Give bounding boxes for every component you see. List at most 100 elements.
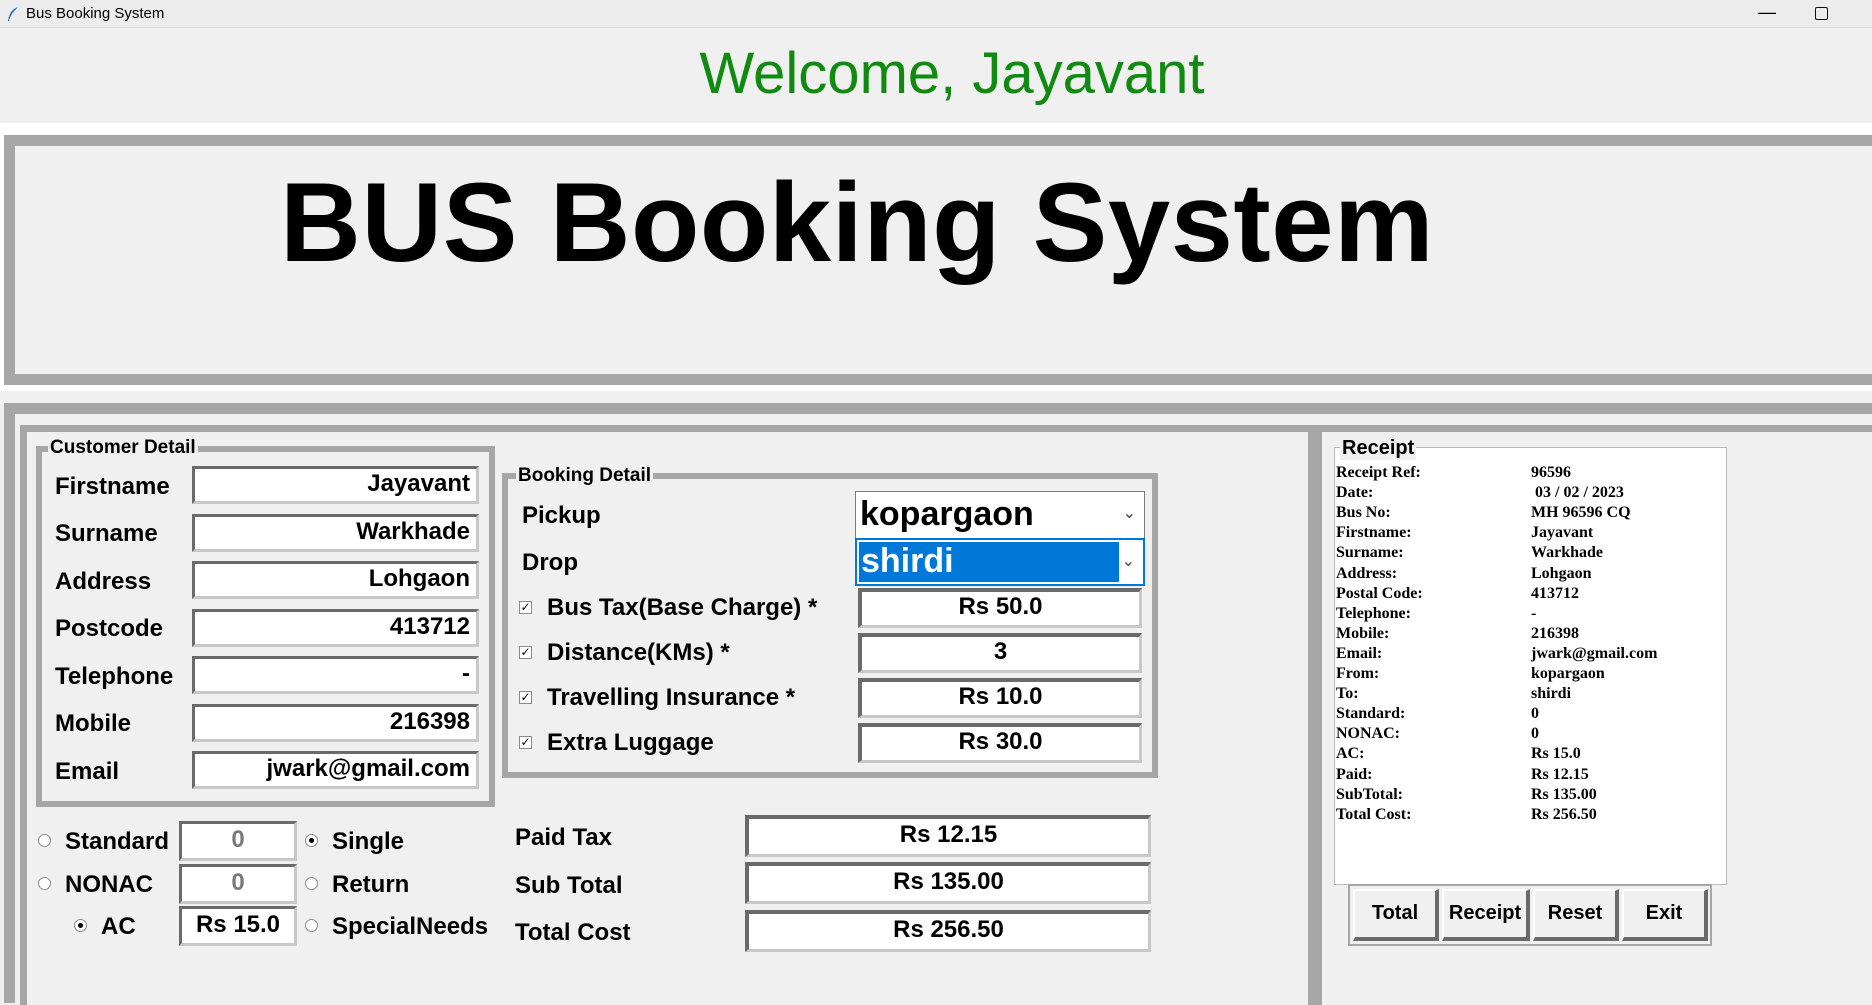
ac-radio[interactable] — [74, 919, 87, 932]
telephone-field[interactable]: - — [192, 656, 479, 694]
receipt-value: kopargaon — [1531, 665, 1605, 682]
nonac-radio[interactable] — [38, 877, 51, 890]
booking-detail-legend: Booking Detail — [516, 465, 654, 487]
receipt-key: SubTotal: — [1336, 785, 1403, 803]
receipt-key: To: — [1336, 685, 1359, 703]
single-radio[interactable] — [305, 834, 318, 847]
receipt-legend: Receipt — [1340, 437, 1417, 460]
luggage-label: Extra Luggage — [547, 729, 714, 756]
receipt-key: Bus No: — [1336, 504, 1391, 522]
receipt-key: Email: — [1336, 644, 1383, 662]
drop-select[interactable]: shirdi ⌄ — [855, 538, 1145, 586]
insurance-label: Travelling Insurance * — [547, 684, 796, 711]
insurance-field[interactable]: Rs 10.0 — [858, 678, 1142, 718]
surname-label: Surname — [55, 520, 158, 547]
specialneeds-radio[interactable] — [305, 919, 318, 932]
receipt-value: 0 — [1531, 705, 1539, 723]
receipt-value: - — [1531, 604, 1537, 622]
receipt-key: Firstname: — [1336, 524, 1412, 542]
postcode-field[interactable]: 413712 — [192, 609, 479, 647]
luggage-checkbox[interactable]: ✓ — [519, 736, 532, 749]
sub-total-field[interactable]: Rs 135.00 — [745, 862, 1151, 904]
firstname-field[interactable]: Jayavant — [192, 466, 479, 504]
receipt-value: 0 — [1531, 725, 1539, 743]
receipt-key: Telephone: — [1336, 604, 1411, 622]
window-title: Bus Booking System — [26, 5, 165, 22]
nonac-field[interactable]: 0 — [179, 864, 297, 904]
receipt-value: 03 / 02 / 2023 — [1531, 484, 1624, 502]
receipt-value: Rs 256.50 — [1531, 805, 1597, 823]
page-title: BUS Booking System — [280, 160, 1435, 285]
chevron-down-icon[interactable]: ⌄ — [1123, 492, 1136, 536]
nonac-label: NONAC — [65, 871, 153, 898]
total-button[interactable]: Total — [1353, 889, 1439, 941]
luggage-field[interactable]: Rs 30.0 — [858, 723, 1142, 763]
bus-tax-label: Bus Tax(Base Charge) * — [547, 594, 818, 621]
firstname-label: Firstname — [55, 473, 170, 500]
receipt-value: Rs 135.00 — [1531, 785, 1597, 803]
mobile-label: Mobile — [55, 710, 131, 737]
surname-field[interactable]: Warkhade — [192, 514, 479, 552]
receipt-key: From: — [1336, 665, 1380, 682]
pickup-select[interactable]: kopargaon ⌄ — [855, 491, 1145, 539]
window-titlebar[interactable] — [0, 0, 1872, 28]
receipt-button[interactable]: Receipt — [1442, 889, 1530, 941]
drop-label: Drop — [522, 549, 578, 576]
pickup-value: kopargaon — [860, 495, 1034, 533]
distance-label: Distance(KMs) * — [547, 639, 730, 666]
bus-tax-checkbox[interactable]: ✓ — [519, 601, 532, 614]
minimize-icon[interactable]: — — [1754, 3, 1780, 24]
email-field[interactable]: jwark@gmail.com — [192, 751, 479, 789]
mobile-field[interactable]: 216398 — [192, 704, 479, 742]
receipt-value: shirdi — [1531, 685, 1572, 703]
standard-label: Standard — [65, 828, 170, 855]
drop-value: shirdi — [859, 542, 1119, 582]
chevron-down-icon[interactable]: ⌄ — [1122, 540, 1135, 584]
receipt-key: AC: — [1336, 745, 1365, 763]
customer-detail-legend: Customer Detail — [48, 437, 198, 459]
ac-label: AC — [101, 913, 136, 940]
maximize-icon[interactable] — [1815, 7, 1828, 20]
postcode-label: Postcode — [55, 615, 164, 642]
distance-checkbox[interactable]: ✓ — [519, 646, 532, 659]
insurance-checkbox[interactable]: ✓ — [519, 691, 532, 704]
receipt-value: 216398 — [1531, 624, 1579, 642]
receipt-key: Total Cost: — [1336, 805, 1412, 823]
distance-field[interactable]: 3 — [858, 633, 1142, 673]
receipt-key: Address: — [1336, 564, 1398, 582]
receipt-value: 96596 — [1531, 464, 1571, 481]
reset-button[interactable]: Reset — [1533, 889, 1619, 941]
receipt-key: Paid: — [1336, 765, 1373, 783]
standard-radio[interactable] — [38, 834, 51, 847]
receipt-value: jwark@gmail.com — [1531, 644, 1658, 662]
receipt-value: Jayavant — [1531, 524, 1594, 542]
receipt-value: Rs 15.0 — [1531, 745, 1581, 763]
return-radio[interactable] — [305, 877, 318, 890]
email-label: Email — [55, 758, 120, 785]
address-field[interactable]: Lohgaon — [192, 561, 479, 599]
receipt-value: Warkhade — [1531, 544, 1604, 562]
pickup-label: Pickup — [522, 502, 601, 529]
exit-button[interactable]: Exit — [1622, 889, 1708, 941]
receipt-key: Standard: — [1336, 705, 1406, 723]
welcome-message: Welcome, Jayavant — [699, 41, 1205, 106]
receipt-value: Lohgaon — [1531, 564, 1592, 582]
standard-field[interactable]: 0 — [179, 821, 297, 861]
ac-field[interactable]: Rs 15.0 — [179, 906, 297, 946]
receipt-value: 413712 — [1531, 584, 1579, 602]
receipt-key: Receipt Ref: — [1336, 464, 1421, 481]
paid-tax-field[interactable]: Rs 12.15 — [745, 815, 1151, 857]
bus-tax-field[interactable]: Rs 50.0 — [858, 588, 1142, 628]
telephone-label: Telephone — [55, 663, 174, 690]
receipt-value: Rs 12.15 — [1531, 765, 1589, 783]
total-cost-field[interactable]: Rs 256.50 — [745, 910, 1151, 952]
address-label: Address — [55, 568, 152, 595]
feather-icon — [8, 7, 18, 21]
single-label: Single — [332, 828, 405, 855]
total-cost-label: Total Cost — [515, 919, 631, 946]
receipt-key: Date: — [1336, 484, 1374, 502]
receipt-key: NONAC: — [1336, 725, 1400, 743]
receipt-key: Postal Code: — [1336, 584, 1423, 602]
sub-total-label: Sub Total — [515, 872, 623, 899]
receipt-key: Surname: — [1336, 544, 1404, 562]
